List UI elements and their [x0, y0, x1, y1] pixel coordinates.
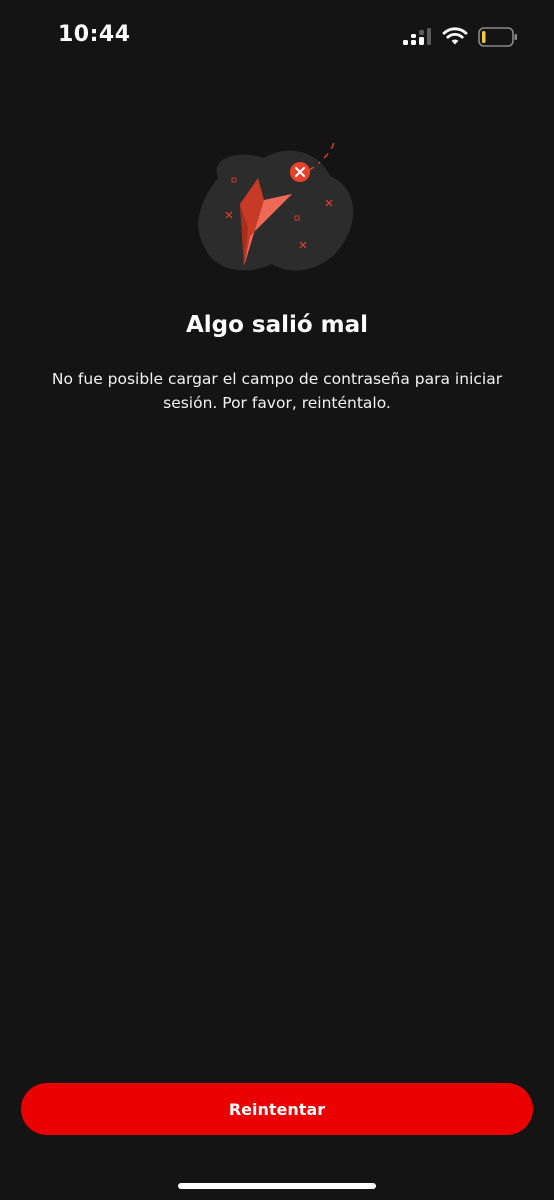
battery-icon — [478, 26, 518, 52]
error-illustration — [190, 138, 364, 278]
status-time: 10:44 — [58, 22, 131, 47]
error-message: No fue posible cargar el campo de contra… — [51, 370, 503, 412]
blob-shape — [198, 150, 354, 271]
status-bar: 10:44 — [0, 0, 554, 76]
status-icons — [402, 26, 518, 52]
wifi-icon — [442, 27, 468, 51]
error-title: Algo salió mal — [185, 312, 369, 338]
home-indicator[interactable] — [178, 1183, 376, 1189]
retry-button[interactable]: Reintentar — [21, 1083, 533, 1135]
signal-icon — [402, 27, 432, 51]
